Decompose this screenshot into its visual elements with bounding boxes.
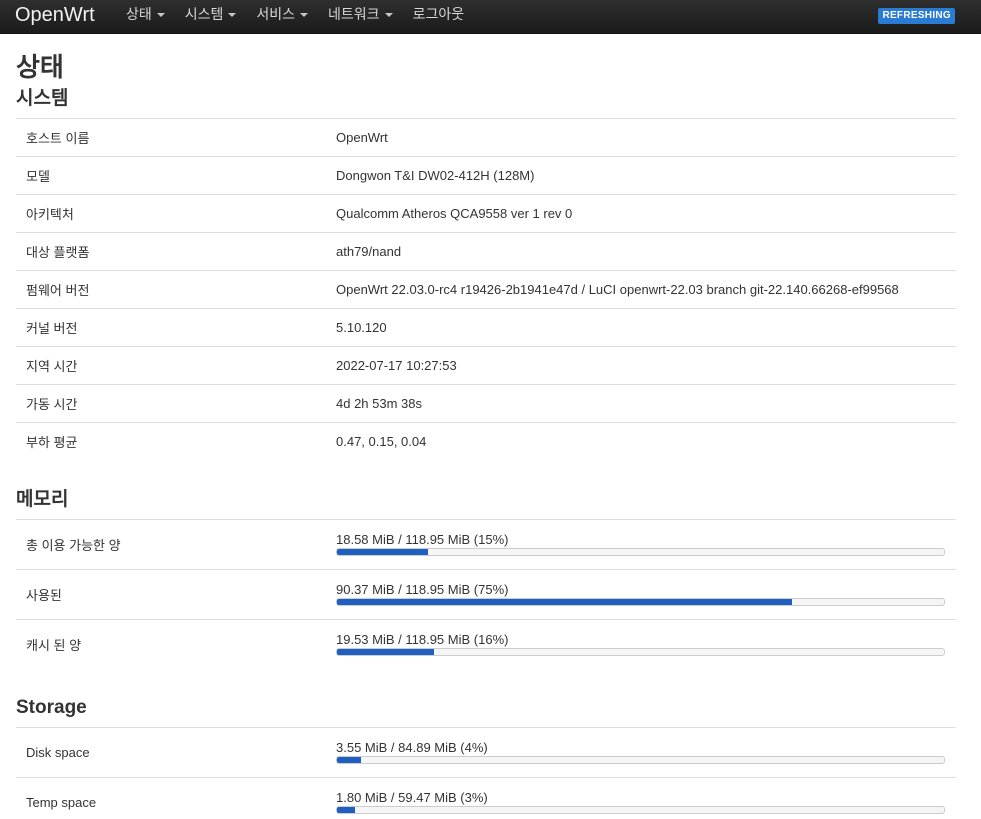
bar-text: 1.80 MiB / 59.47 MiB (3%): [336, 790, 488, 805]
main-content: 상태 시스템 호스트 이름 OpenWrt 모델 Dongwon T&I DW02-…: [0, 50, 981, 819]
row-value: 19.53 MiB / 118.95 MiB (16%): [326, 619, 956, 669]
row-value: 18.58 MiB / 118.95 MiB (15%): [326, 519, 956, 570]
table-row: 캐시 된 양 19.53 MiB / 118.95 MiB (16%): [16, 619, 956, 669]
table-row: 가동 시간 4d 2h 53m 38s: [16, 384, 956, 423]
bar-text: 3.55 MiB / 84.89 MiB (4%): [336, 740, 488, 755]
progress-bar: [336, 806, 945, 814]
table-row: 사용된 90.37 MiB / 118.95 MiB (75%): [16, 569, 956, 620]
row-value: Dongwon T&I DW02-412H (128M): [326, 156, 956, 195]
system-section-title: 시스템: [16, 88, 69, 109]
menu-status-label: 상태: [126, 6, 152, 22]
caret-down-icon: [300, 13, 309, 17]
caret-down-icon: [228, 13, 237, 17]
memory-section-title: 메모리: [16, 489, 69, 510]
table-row: 지역 시간 2022-07-17 10:27:53: [16, 346, 956, 385]
page-title: 상태: [16, 52, 64, 82]
bar-text: 19.53 MiB / 118.95 MiB (16%): [336, 632, 509, 647]
memory-table: 총 이용 가능한 양 18.58 MiB / 118.95 MiB (15%) …: [16, 519, 956, 669]
row-value: ath79/nand: [326, 232, 956, 271]
table-row: 대상 플랫폼 ath79/nand: [16, 232, 956, 271]
menu-services[interactable]: 서비스: [246, 0, 318, 34]
table-row: 부하 평균 0.47, 0.15, 0.04: [16, 422, 956, 460]
top-navbar: OpenWrt 상태 시스템 서비스 네트워크 로그아웃 REFRESHING: [0, 0, 981, 34]
row-value: 4d 2h 53m 38s: [326, 384, 956, 423]
table-row: 아키텍처 Qualcomm Atheros QCA9558 ver 1 rev 0: [16, 194, 956, 233]
row-value: 90.37 MiB / 118.95 MiB (75%): [326, 569, 956, 620]
row-label: 부하 평균: [16, 422, 326, 460]
menu-logout-label: 로그아웃: [412, 6, 465, 22]
caret-down-icon: [384, 13, 393, 17]
row-value: OpenWrt 22.03.0-rc4 r19426-2b1941e47d / …: [326, 270, 956, 309]
row-label: 지역 시간: [16, 346, 326, 385]
storage-section-title: Storage: [16, 697, 87, 718]
progress-bar: [336, 648, 945, 656]
progress-bar: [336, 548, 945, 556]
progress-bar: [336, 598, 945, 606]
row-label: 커널 버전: [16, 308, 326, 347]
row-label: Temp space: [16, 777, 326, 819]
bar-text: 90.37 MiB / 118.95 MiB (75%): [336, 582, 509, 597]
progress-fill: [337, 649, 435, 655]
table-row: 펌웨어 버전 OpenWrt 22.03.0-rc4 r19426-2b1941e…: [16, 270, 956, 309]
row-label: 대상 플랫폼: [16, 232, 326, 271]
row-label: 총 이용 가능한 양: [16, 519, 326, 570]
table-row: 모델 Dongwon T&I DW02-412H (128M): [16, 156, 956, 195]
main-menu: 상태 시스템 서비스 네트워크 로그아웃: [116, 0, 474, 34]
row-label: 아키텍처: [16, 194, 326, 233]
row-value: Qualcomm Atheros QCA9558 ver 1 rev 0: [326, 194, 956, 233]
row-label: 모델: [16, 156, 326, 195]
bar-text: 18.58 MiB / 118.95 MiB (15%): [336, 532, 509, 547]
row-value: 0.47, 0.15, 0.04: [326, 422, 956, 460]
progress-fill: [337, 549, 429, 555]
refreshing-badge[interactable]: REFRESHING: [878, 8, 955, 24]
menu-network[interactable]: 네트워크: [318, 0, 403, 34]
brand-logo[interactable]: OpenWrt: [15, 3, 95, 27]
row-label: 호스트 이름: [16, 118, 326, 157]
row-value: 5.10.120: [326, 308, 956, 347]
progress-fill: [337, 807, 356, 813]
menu-system[interactable]: 시스템: [175, 0, 247, 34]
row-label: Disk space: [16, 727, 326, 778]
system-table: 호스트 이름 OpenWrt 모델 Dongwon T&I DW02-412H (1…: [16, 118, 956, 460]
menu-logout[interactable]: 로그아웃: [403, 0, 475, 34]
progress-bar: [336, 756, 945, 764]
menu-network-label: 네트워크: [328, 6, 380, 22]
table-row: 총 이용 가능한 양 18.58 MiB / 118.95 MiB (15%): [16, 519, 956, 570]
menu-status[interactable]: 상태: [116, 0, 175, 34]
table-row: Temp space 1.80 MiB / 59.47 MiB (3%): [16, 777, 956, 819]
row-label: 사용된: [16, 569, 326, 620]
menu-services-label: 서비스: [256, 6, 296, 22]
storage-table: Disk space 3.55 MiB / 84.89 MiB (4%) Tem…: [16, 727, 956, 819]
row-value: 1.80 MiB / 59.47 MiB (3%): [326, 777, 956, 819]
progress-fill: [337, 599, 793, 605]
row-value: 2022-07-17 10:27:53: [326, 346, 956, 385]
row-label: 가동 시간: [16, 384, 326, 423]
table-row: Disk space 3.55 MiB / 84.89 MiB (4%): [16, 727, 956, 778]
table-row: 커널 버전 5.10.120: [16, 308, 956, 347]
table-row: 호스트 이름 OpenWrt: [16, 118, 956, 157]
row-label: 캐시 된 양: [16, 619, 326, 669]
row-value: OpenWrt: [326, 118, 956, 157]
caret-down-icon: [156, 13, 165, 17]
row-value: 3.55 MiB / 84.89 MiB (4%): [326, 727, 956, 778]
menu-system-label: 시스템: [184, 6, 224, 22]
progress-fill: [337, 757, 362, 763]
row-label: 펌웨어 버전: [16, 270, 326, 309]
